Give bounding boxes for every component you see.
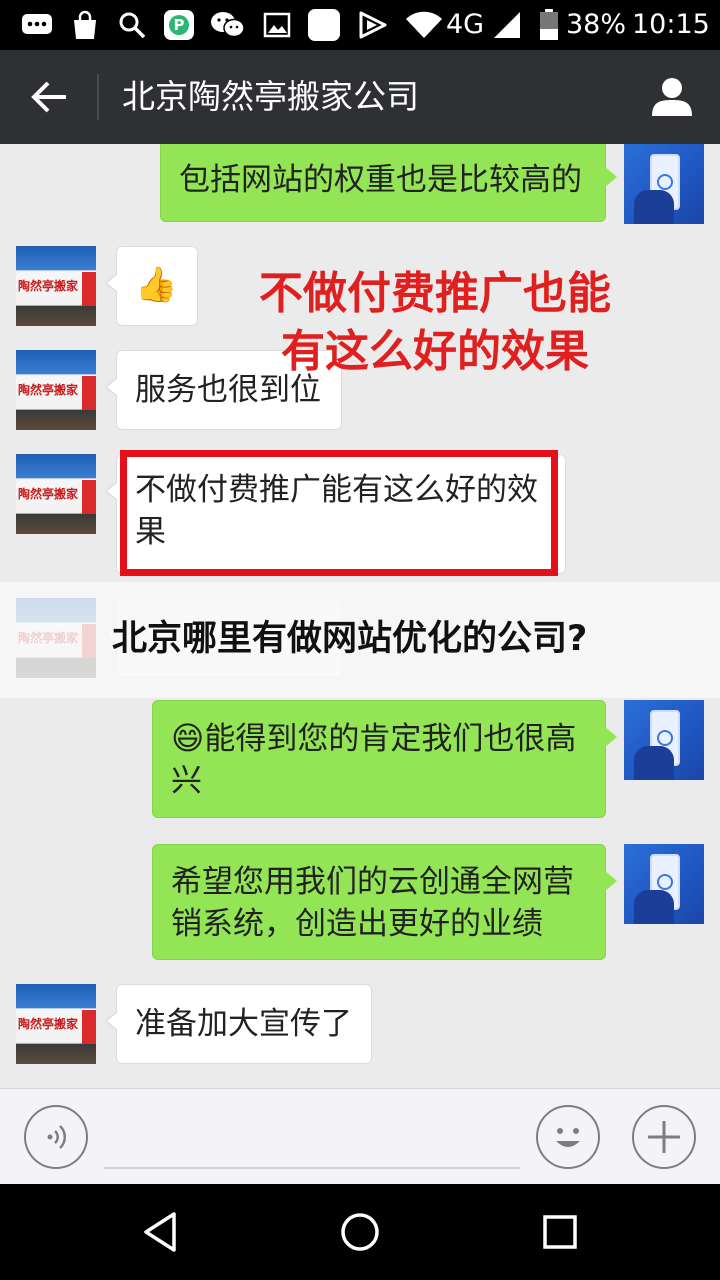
- avatar[interactable]: 陶然亭搬家: [16, 984, 96, 1064]
- banner-title: 北京哪里有做网站优化的公司?: [112, 619, 588, 659]
- input-bar: [0, 1088, 720, 1184]
- clock: 10:15: [632, 9, 710, 40]
- thumbs-up-icon: 👍: [135, 265, 178, 305]
- message-bubble[interactable]: 😄能得到您的肯定我们也很高兴: [152, 700, 617, 818]
- signal-icon: [492, 9, 522, 41]
- header-divider: [97, 74, 99, 120]
- avatar[interactable]: 陶然亭搬家: [16, 454, 96, 534]
- battery-icon: [538, 9, 560, 41]
- person-icon[interactable]: [650, 74, 694, 118]
- back-arrow-icon[interactable]: [28, 75, 72, 119]
- nav-back-icon[interactable]: [132, 1204, 188, 1260]
- svg-text:P: P: [174, 16, 185, 34]
- wechat-icon: [210, 9, 246, 41]
- avatar[interactable]: [624, 844, 704, 924]
- grinning-emoji-icon: 😄: [171, 719, 205, 757]
- wifi-icon: [404, 9, 444, 41]
- blank-app-icon: [306, 9, 342, 41]
- search-icon: [116, 9, 148, 41]
- message-text: 希望您用我们的云创通全网营销系统，创造出更好的业绩: [171, 864, 574, 942]
- message-bubble[interactable]: 准备加大宣传了: [105, 984, 372, 1064]
- nav-recents-icon[interactable]: [532, 1204, 588, 1260]
- message-text: 包括网站的权重也是比较高的: [179, 162, 582, 198]
- emoji-button[interactable]: [536, 1105, 600, 1169]
- message-input[interactable]: [104, 1167, 520, 1169]
- plus-button[interactable]: [632, 1105, 696, 1169]
- voice-icon: [47, 1125, 67, 1149]
- avatar[interactable]: [624, 144, 704, 224]
- status-bar: P 4G 38% 10:15: [0, 0, 720, 50]
- message-icon: [20, 9, 54, 41]
- shopping-bag-icon: [68, 9, 102, 41]
- avatar[interactable]: 陶然亭搬家: [16, 350, 96, 430]
- image-icon: [262, 9, 292, 41]
- play-icon: [356, 9, 390, 41]
- message-bubble[interactable]: 👍: [105, 246, 198, 326]
- chat-header: 北京陶然亭搬家公司: [0, 50, 720, 144]
- message-bubble[interactable]: 包括网站的权重也是比较高的: [160, 144, 617, 222]
- battery-percent: 38%: [566, 9, 627, 40]
- network-type: 4G: [446, 9, 485, 40]
- nav-bar: [0, 1184, 720, 1280]
- message-text: 准备加大宣传了: [135, 1006, 352, 1042]
- red-caption-line1: 不做付费推广也能: [259, 268, 611, 319]
- avatar[interactable]: [624, 700, 704, 780]
- emoji-face-icon: [556, 1128, 580, 1147]
- message-text: 能得到您的肯定我们也很高兴: [171, 721, 577, 799]
- nav-home-icon[interactable]: [332, 1204, 388, 1260]
- message-bubble[interactable]: 希望您用我们的云创通全网营销系统，创造出更好的业绩: [152, 844, 617, 960]
- page-title: 北京陶然亭搬家公司: [122, 77, 419, 116]
- red-caption-line2: 有这么好的效果: [281, 326, 589, 377]
- plus-icon: [648, 1121, 680, 1153]
- parking-app-icon: P: [162, 9, 196, 41]
- chat-area[interactable]: 包括网站的权重也是比较高的 陶然亭搬家 👍 陶然亭搬家 服务也很到位 陶然亭搬家…: [0, 144, 720, 1088]
- avatar[interactable]: 陶然亭搬家: [16, 246, 96, 326]
- voice-button[interactable]: [24, 1105, 88, 1169]
- highlight-box: [120, 450, 558, 576]
